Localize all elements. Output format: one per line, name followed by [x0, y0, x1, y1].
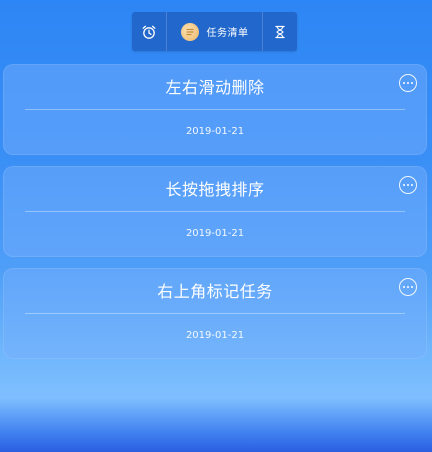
task-title: 左右滑动删除 — [165, 78, 265, 97]
toolbar-title: 任务清单 — [206, 28, 249, 39]
alarm-button[interactable] — [132, 12, 167, 51]
task-date: 2019-01-21 — [185, 330, 245, 341]
card-divider — [25, 109, 405, 110]
task-title: 右上角标记任务 — [157, 282, 273, 301]
task-card[interactable]: 右上角标记任务 2019-01-21 — [3, 268, 427, 359]
top-toolbar: 任务清单 — [132, 12, 297, 51]
card-divider — [25, 211, 405, 212]
task-date: 2019-01-21 — [185, 228, 245, 239]
task-card[interactable]: 左右滑动删除 2019-01-21 — [3, 64, 427, 155]
task-title: 长按拖拽排序 — [165, 180, 265, 199]
more-options-icon[interactable] — [399, 278, 417, 296]
more-options-icon[interactable] — [399, 176, 417, 194]
list-avatar-icon — [180, 22, 199, 41]
task-card[interactable]: 长按拖拽排序 2019-01-21 — [3, 166, 427, 257]
task-date: 2019-01-21 — [185, 126, 245, 137]
more-options-icon[interactable] — [399, 74, 417, 92]
task-list-button[interactable]: 任务清单 — [167, 12, 262, 51]
timer-button[interactable] — [262, 12, 297, 51]
card-divider — [25, 313, 405, 314]
alarm-clock-icon — [142, 25, 156, 39]
hourglass-icon — [275, 25, 285, 38]
